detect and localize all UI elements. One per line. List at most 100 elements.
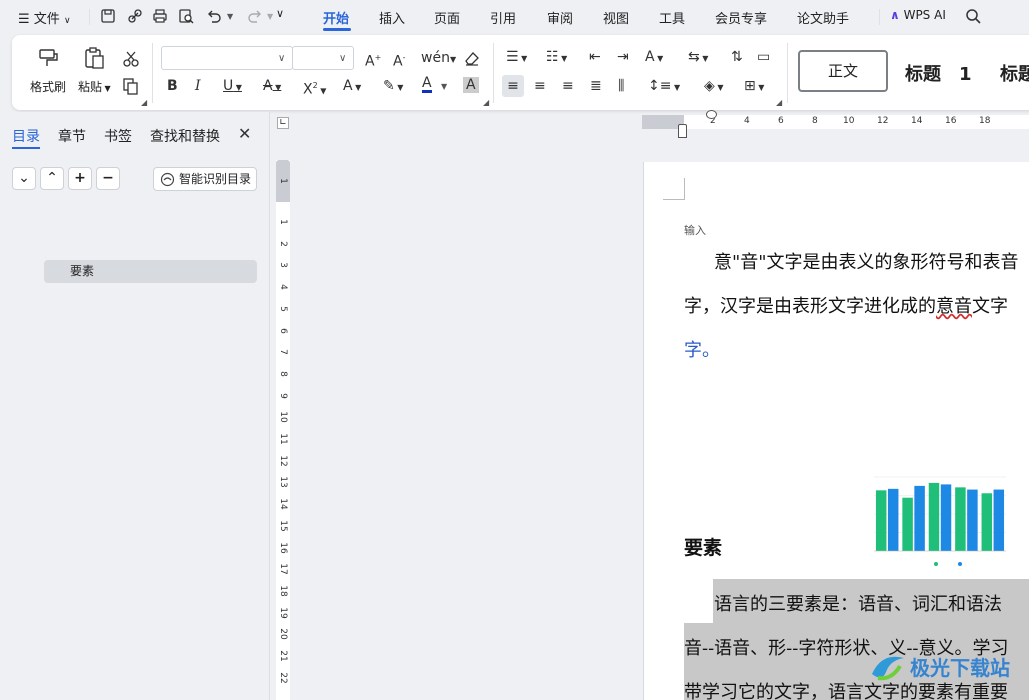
- more-chevron-icon[interactable]: ∨: [276, 7, 284, 20]
- chart-bar: [875, 490, 887, 551]
- borders-icon[interactable]: ⊞ ▼: [744, 78, 764, 96]
- chart-bar: [993, 489, 1005, 551]
- tab-view[interactable]: 视图: [603, 8, 629, 27]
- paragraph-expand-icon[interactable]: ◢: [776, 98, 782, 107]
- text-direction-icon[interactable]: ⇆ ▼: [688, 49, 708, 67]
- search-icon[interactable]: [965, 8, 981, 24]
- bold-icon[interactable]: B: [167, 78, 178, 94]
- align-left-icon[interactable]: ≡: [502, 75, 524, 97]
- undo-dropdown-icon[interactable]: ▼: [227, 12, 233, 21]
- copy-icon[interactable]: [122, 77, 140, 95]
- tab-tools[interactable]: 工具: [659, 8, 685, 27]
- shading-icon[interactable]: ◈ ▼: [704, 78, 723, 96]
- font-color-icon[interactable]: A: [422, 76, 432, 93]
- tab-references[interactable]: 引用: [490, 8, 516, 27]
- italic-icon[interactable]: I: [195, 78, 201, 94]
- add-level-button[interactable]: +: [68, 167, 92, 190]
- save-icon[interactable]: [100, 8, 116, 24]
- tab-paper-assistant[interactable]: 论文助手: [797, 8, 849, 27]
- redo-icon[interactable]: [247, 8, 263, 24]
- tab-home[interactable]: 开始: [323, 8, 349, 27]
- undo-icon[interactable]: [206, 8, 222, 24]
- paste-button[interactable]: 粘贴 ▼: [78, 78, 111, 95]
- panel-tab-bookmarks[interactable]: 书签: [104, 126, 132, 146]
- link-icon[interactable]: [127, 8, 143, 24]
- smart-toc-icon: [160, 172, 175, 187]
- justify-icon[interactable]: ≣: [590, 78, 602, 94]
- expand-up-button[interactable]: ⌃: [40, 167, 64, 190]
- plus-icon: +: [74, 170, 86, 186]
- font-expand-icon[interactable]: ◢: [483, 98, 489, 107]
- decrease-indent-icon[interactable]: ⇤: [589, 49, 601, 65]
- collapse-all-button[interactable]: ⌄: [12, 167, 36, 190]
- align-right-icon[interactable]: ≡: [562, 78, 574, 94]
- font-color-dropdown-icon[interactable]: ▼: [441, 82, 447, 91]
- panel-tab-sections[interactable]: 章节: [58, 126, 86, 146]
- first-line-indent-marker[interactable]: [706, 110, 717, 119]
- distributed-align-icon[interactable]: ⫼: [618, 78, 624, 94]
- chevron-down-icon: ∨: [339, 53, 347, 64]
- wps-ai-button[interactable]: ∧ WPS AI: [890, 8, 946, 22]
- line-spacing-icon[interactable]: ↕≡ ▼: [648, 78, 680, 96]
- show-marks-icon[interactable]: ▭: [757, 49, 770, 65]
- ruler-mark: 15: [278, 520, 288, 532]
- align-center-icon[interactable]: ≡: [534, 78, 546, 94]
- horizontal-ruler: 2 4 6 8 10 12 14 16 18: [642, 115, 1029, 129]
- style-heading-1[interactable]: 标题 1: [905, 60, 972, 86]
- ruler-mark: 16: [278, 541, 288, 554]
- indent-marker[interactable]: [678, 124, 687, 138]
- strikethrough-icon[interactable]: A ▼: [263, 78, 281, 96]
- embedded-chart[interactable]: [870, 473, 1010, 569]
- tab-review[interactable]: 审阅: [547, 8, 573, 27]
- tab-page[interactable]: 页面: [434, 8, 460, 27]
- highlight-icon[interactable]: ✎ ▼: [383, 78, 403, 96]
- paragraph-1-line-3[interactable]: 字。: [684, 336, 720, 362]
- clear-format-icon[interactable]: [463, 49, 481, 67]
- paragraph-2-line-1[interactable]: 语言的三要素是：语音、词汇和语法: [714, 590, 1002, 616]
- remove-level-button[interactable]: −: [96, 167, 120, 190]
- chevron-down-icon: ⌄: [18, 170, 30, 186]
- panel-tab-find-replace[interactable]: 查找和替换: [150, 126, 220, 146]
- smart-toc-button[interactable]: 智能识别目录: [153, 167, 257, 191]
- print-icon[interactable]: [152, 8, 168, 24]
- phonetic-guide-icon[interactable]: wén▼: [421, 50, 456, 68]
- ruler-mark: 14: [278, 498, 288, 510]
- ruler-mark: 22: [278, 671, 288, 684]
- paste-icon[interactable]: [82, 46, 106, 70]
- print-preview-icon[interactable]: [178, 8, 195, 24]
- paragraph-1-line-2[interactable]: 字，汉字是由表形文字进化成的意音文字: [684, 292, 1008, 318]
- style-normal[interactable]: 正文: [798, 50, 888, 92]
- ruler-mark: 6: [778, 116, 784, 126]
- close-icon[interactable]: ✕: [238, 124, 251, 143]
- numbered-list-icon[interactable]: ☷ ▼: [546, 49, 567, 67]
- tab-insert[interactable]: 插入: [379, 8, 405, 27]
- style-heading-2[interactable]: 标题: [1000, 60, 1029, 86]
- file-menu[interactable]: ☰ 文件 ∨: [18, 8, 71, 27]
- bullet-list-icon[interactable]: ☰ ▼: [506, 49, 527, 67]
- format-painter-icon[interactable]: [36, 46, 60, 70]
- cut-icon[interactable]: [122, 50, 140, 68]
- panel-tab-toc[interactable]: 目录: [12, 126, 40, 146]
- format-painter-label[interactable]: 格式刷: [30, 78, 66, 95]
- toc-item[interactable]: 要素: [44, 260, 257, 283]
- clipboard-expand-icon[interactable]: ◢: [141, 98, 147, 107]
- paragraph-1-line-1[interactable]: 意"音"文字是由表义的象形符号和表音: [714, 248, 1019, 274]
- char-shading-icon[interactable]: A: [463, 77, 479, 93]
- shrink-font-icon[interactable]: A-: [393, 50, 405, 70]
- document-heading[interactable]: 要素: [684, 533, 722, 560]
- superscript-icon[interactable]: X2 ▼: [303, 78, 326, 100]
- increase-indent-icon[interactable]: ⇥: [617, 49, 629, 65]
- tab-stop-selector[interactable]: ∟: [277, 117, 289, 129]
- underline-icon[interactable]: U ▼: [223, 78, 242, 96]
- tab-member[interactable]: 会员专享: [715, 8, 767, 27]
- grow-font-icon[interactable]: A+: [365, 50, 381, 70]
- font-name-select[interactable]: ∨: [161, 46, 293, 70]
- redo-dropdown-icon[interactable]: ▼: [267, 12, 273, 21]
- sort-icon[interactable]: ⇅: [731, 49, 743, 65]
- smart-toc-label: 智能识别目录: [179, 172, 252, 186]
- text-effect-icon[interactable]: A ▼: [343, 78, 361, 96]
- chinese-layout-icon[interactable]: A ▼: [645, 49, 663, 67]
- margin-corner-mark: [663, 178, 685, 200]
- ruler-mark-top: 1: [278, 178, 288, 184]
- font-size-select[interactable]: ∨: [292, 46, 354, 70]
